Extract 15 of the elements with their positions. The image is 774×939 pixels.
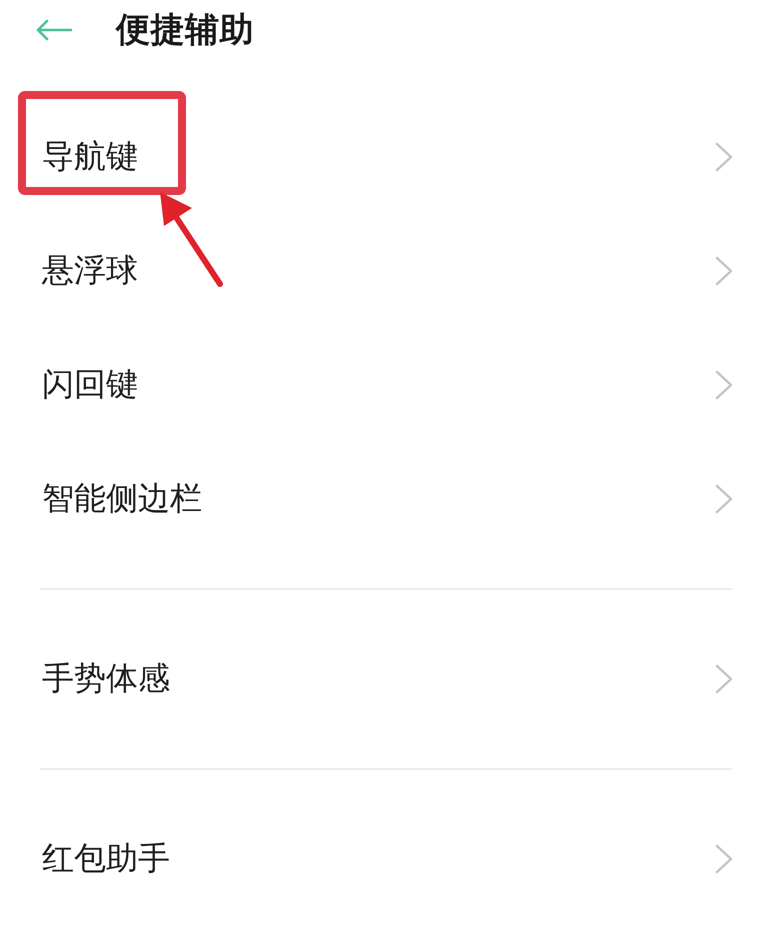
page-title: 便捷辅助 — [116, 9, 254, 52]
chevron-right-icon — [715, 256, 733, 286]
chevron-right-icon — [715, 664, 733, 694]
chevron-right-icon — [715, 484, 733, 514]
back-button[interactable] — [36, 19, 72, 41]
settings-item[interactable]: 智能侧边栏 — [0, 442, 774, 556]
settings-item[interactable]: 闪回键 — [0, 328, 774, 442]
chevron-right-icon — [715, 370, 733, 400]
settings-item[interactable]: 红包助手 — [0, 802, 774, 916]
settings-item[interactable]: 手势体感 — [0, 622, 774, 736]
chevron-right-icon — [715, 844, 733, 874]
back-arrow-icon — [36, 19, 72, 41]
settings-item[interactable]: 导航键 — [0, 100, 774, 214]
chevron-right-icon — [715, 142, 733, 172]
settings-item[interactable]: 悬浮球 — [0, 214, 774, 328]
